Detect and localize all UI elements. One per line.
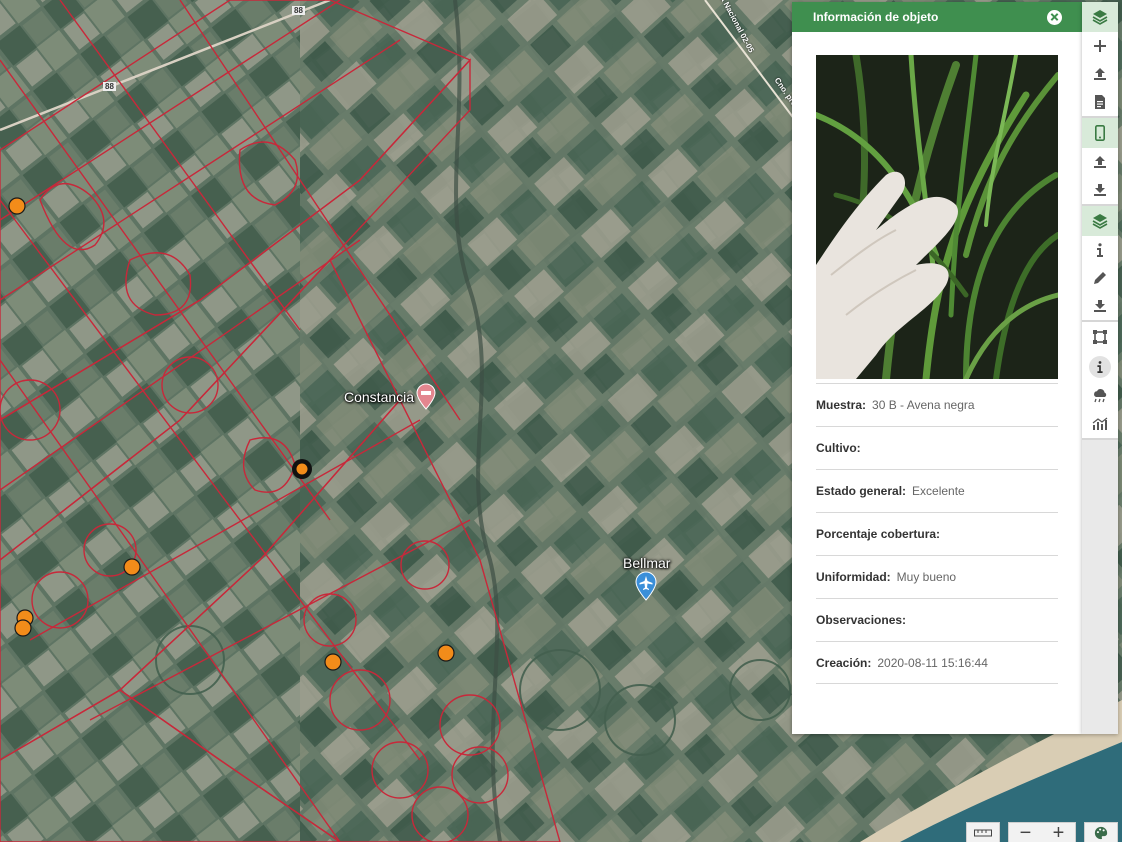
field-row-cultivo: Cultivo: [816, 426, 1058, 469]
field-value: Excelente [912, 484, 965, 498]
field-row-uniformidad: Uniformidad: Muy bueno [816, 555, 1058, 598]
weather-icon[interactable] [1082, 382, 1118, 410]
field-label: Cultivo: [816, 441, 861, 455]
plant-sample-photo [816, 55, 1058, 379]
zoom-in-button[interactable]: + [1042, 823, 1075, 842]
field-row-observaciones: Observaciones: [816, 598, 1058, 641]
object-info-panel: Información de objeto Muestra: 30 B - Av… [792, 2, 1082, 734]
road-shield: 88 [292, 6, 305, 15]
field-row-estado-general: Estado general: Excelente [816, 469, 1058, 512]
layers-icon[interactable] [1082, 206, 1118, 236]
ruler-icon[interactable] [966, 822, 1000, 842]
info-fields: Muestra: 30 B - Avena negra Cultivo: Est… [816, 383, 1058, 684]
zoom-out-button[interactable]: − [1009, 823, 1042, 842]
info-icon-active[interactable] [1082, 352, 1118, 382]
palette-icon[interactable] [1084, 822, 1118, 842]
place-label-bellmar: Bellmar [623, 555, 671, 571]
field-value: 30 B - Avena negra [872, 398, 975, 412]
zoom-control: − + [1008, 822, 1076, 842]
field-row-muestra: Muestra: 30 B - Avena negra [816, 383, 1058, 426]
info-panel-title: Información de objeto [813, 10, 939, 24]
download-icon[interactable] [1082, 292, 1118, 320]
pencil-icon[interactable] [1082, 264, 1118, 292]
sample-marker[interactable] [437, 644, 455, 662]
sample-marker[interactable] [324, 653, 342, 671]
file-icon[interactable] [1082, 88, 1118, 116]
info-panel-header: Información de objeto [792, 2, 1082, 32]
field-label: Creación: [816, 655, 872, 670]
upload-icon[interactable] [1082, 148, 1118, 176]
toolbar-group-analysis [1082, 322, 1118, 440]
field-label: Estado general: [816, 484, 907, 498]
polygon-icon[interactable] [1082, 322, 1118, 352]
field-label: Uniformidad: [816, 570, 891, 584]
field-row-porcentaje-cobertura: Porcentaje cobertura: [816, 512, 1058, 555]
info-icon[interactable] [1082, 236, 1118, 264]
place-label-constancia: Constancia [344, 389, 415, 405]
field-label: Muestra: [816, 398, 867, 412]
road-shield: 88 [103, 82, 116, 91]
toolbar-group-layers [1082, 2, 1118, 118]
field-value: Muy bueno [896, 570, 957, 584]
upload-icon[interactable] [1082, 60, 1118, 88]
field-value: 2020-08-11 15:16:44 [877, 655, 988, 670]
right-toolbar [1082, 2, 1118, 734]
sample-marker[interactable] [123, 558, 141, 576]
layers-icon[interactable] [1082, 2, 1118, 32]
chart-icon[interactable] [1082, 410, 1118, 438]
download-icon[interactable] [1082, 176, 1118, 204]
mobile-icon[interactable] [1082, 118, 1118, 148]
close-icon[interactable] [1047, 9, 1062, 25]
sample-marker[interactable] [8, 197, 26, 215]
field-row-creacion: Creación: 2020-08-11 15:16:44 [816, 641, 1058, 684]
plus-icon[interactable] [1082, 32, 1118, 60]
toolbar-group-layer-tools [1082, 206, 1118, 322]
toolbar-group-mobile [1082, 118, 1118, 206]
field-label: Porcentaje cobertura: [816, 527, 941, 541]
sample-marker[interactable] [14, 619, 32, 637]
field-label: Observaciones: [816, 613, 907, 627]
